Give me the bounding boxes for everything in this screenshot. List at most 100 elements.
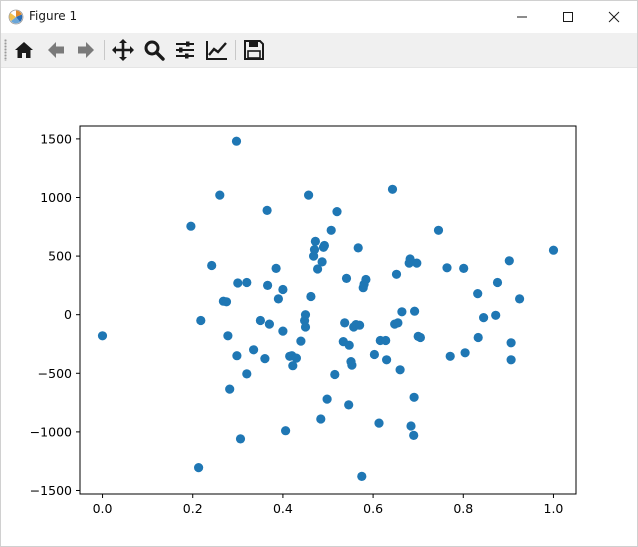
scatter-point <box>263 280 273 290</box>
scatter-point <box>97 331 108 341</box>
scatter-point <box>460 348 470 358</box>
window-title: Figure 1 <box>29 9 78 23</box>
scatter-point <box>459 263 469 273</box>
scatter-point <box>264 319 274 329</box>
scatter-point <box>355 320 365 330</box>
subplots-icon <box>176 41 194 59</box>
minimize-button[interactable] <box>499 1 545 33</box>
scatter-point <box>340 318 350 328</box>
scatter-point <box>395 365 405 375</box>
x-tick-label: 0.8 <box>453 501 473 516</box>
scatter-point <box>319 240 329 251</box>
scatter-point <box>233 278 243 288</box>
scatter-point <box>221 297 232 307</box>
scatter-point <box>316 414 326 424</box>
scatter-point <box>186 221 196 231</box>
scatter-point <box>322 394 332 404</box>
scatter-point <box>296 336 306 346</box>
scatter-point <box>273 294 283 304</box>
scatter-point <box>260 354 270 364</box>
scatter-point <box>231 136 242 146</box>
scatter-point <box>369 349 379 360</box>
navigation-toolbar <box>1 33 637 68</box>
scatter-point <box>207 260 217 271</box>
scatter-point <box>281 426 291 436</box>
scatter-point <box>304 190 314 200</box>
back-button[interactable] <box>43 37 69 63</box>
scatter-point <box>445 351 455 361</box>
scatter-point <box>300 310 311 320</box>
scatter-points <box>97 136 559 481</box>
maximize-button[interactable] <box>545 1 591 33</box>
scatter-point <box>361 274 371 285</box>
scatter-point <box>479 313 489 323</box>
y-tick-label: −1500 <box>30 483 72 498</box>
close-button[interactable] <box>591 1 637 33</box>
toolbar-grip <box>4 39 7 61</box>
zoom-button[interactable] <box>141 37 167 63</box>
scatter-point <box>382 355 392 365</box>
scatter-point <box>271 263 281 273</box>
scatter-point <box>223 331 233 341</box>
scatter-point <box>215 190 225 200</box>
scatter-point <box>344 400 354 410</box>
figure-canvas[interactable]: 0.0 0.2 0.4 0.6 0.8 1.0 −1500 −1000 −500 0 500 100… <box>1 68 637 546</box>
y-tick-label: −1000 <box>30 424 72 439</box>
scatter-point <box>387 184 398 194</box>
scatter-point <box>309 245 320 255</box>
scatter-point <box>326 225 336 235</box>
toolbar-separator <box>104 40 105 60</box>
scatter-point <box>492 277 503 288</box>
scatter-point <box>255 315 265 326</box>
x-tick-label: 0.2 <box>183 501 203 516</box>
scatter-point <box>381 335 391 346</box>
scatter-point <box>278 284 288 295</box>
subplots-button[interactable] <box>172 37 198 63</box>
scatter-point <box>491 310 501 320</box>
scatter-point <box>262 205 272 215</box>
figure-window: Figure 1 0.0 0.2 0.4 0.6 0.8 1.0 −1500 −… <box>0 0 638 547</box>
y-tick-label: 0 <box>64 307 72 322</box>
x-tick-label: 0.6 <box>363 501 383 516</box>
y-tick-label: −500 <box>38 366 72 381</box>
y-tick-label: 500 <box>48 249 72 264</box>
scatter-point <box>433 225 444 235</box>
title-bar[interactable]: Figure 1 <box>1 1 637 33</box>
x-tick-label: 0.4 <box>273 501 293 516</box>
scatter-point <box>225 384 235 394</box>
scatter-point <box>357 471 367 481</box>
zoom-icon <box>144 40 165 61</box>
scatter-point <box>409 392 419 402</box>
pan-icon <box>112 39 134 61</box>
scatter-point <box>506 355 516 365</box>
scatter-point <box>278 326 288 336</box>
x-tick-label: 1.0 <box>544 501 564 516</box>
scatter-point <box>415 332 425 343</box>
scatter-point <box>412 258 422 268</box>
customize-button[interactable] <box>204 37 230 63</box>
toolbar-separator <box>235 40 236 60</box>
scatter-point <box>406 421 416 431</box>
scatter-point <box>410 306 420 316</box>
back-icon <box>48 42 64 58</box>
y-tick-label: 1500 <box>40 131 72 146</box>
pan-button[interactable] <box>110 37 136 63</box>
scatter-plot[interactable]: 0.0 0.2 0.4 0.6 0.8 1.0 −1500 −1000 −500 0 500 100… <box>1 68 637 546</box>
scatter-point <box>249 345 259 355</box>
close-icon <box>608 11 620 23</box>
scatter-point <box>300 322 311 332</box>
save-icon <box>244 40 264 60</box>
scatter-point <box>242 369 252 379</box>
scatter-point <box>393 318 403 328</box>
forward-button[interactable] <box>73 37 99 63</box>
scatter-point <box>235 434 246 444</box>
scatter-point <box>344 340 354 350</box>
home-button[interactable] <box>11 37 37 63</box>
scatter-point <box>341 273 352 283</box>
scatter-point <box>232 351 242 361</box>
x-axis: 0.0 0.2 0.4 0.6 0.8 1.0 <box>93 494 564 516</box>
maximize-icon <box>563 12 573 22</box>
line-chart-icon <box>206 41 227 60</box>
scatter-point <box>397 307 407 317</box>
save-button[interactable] <box>241 37 267 63</box>
